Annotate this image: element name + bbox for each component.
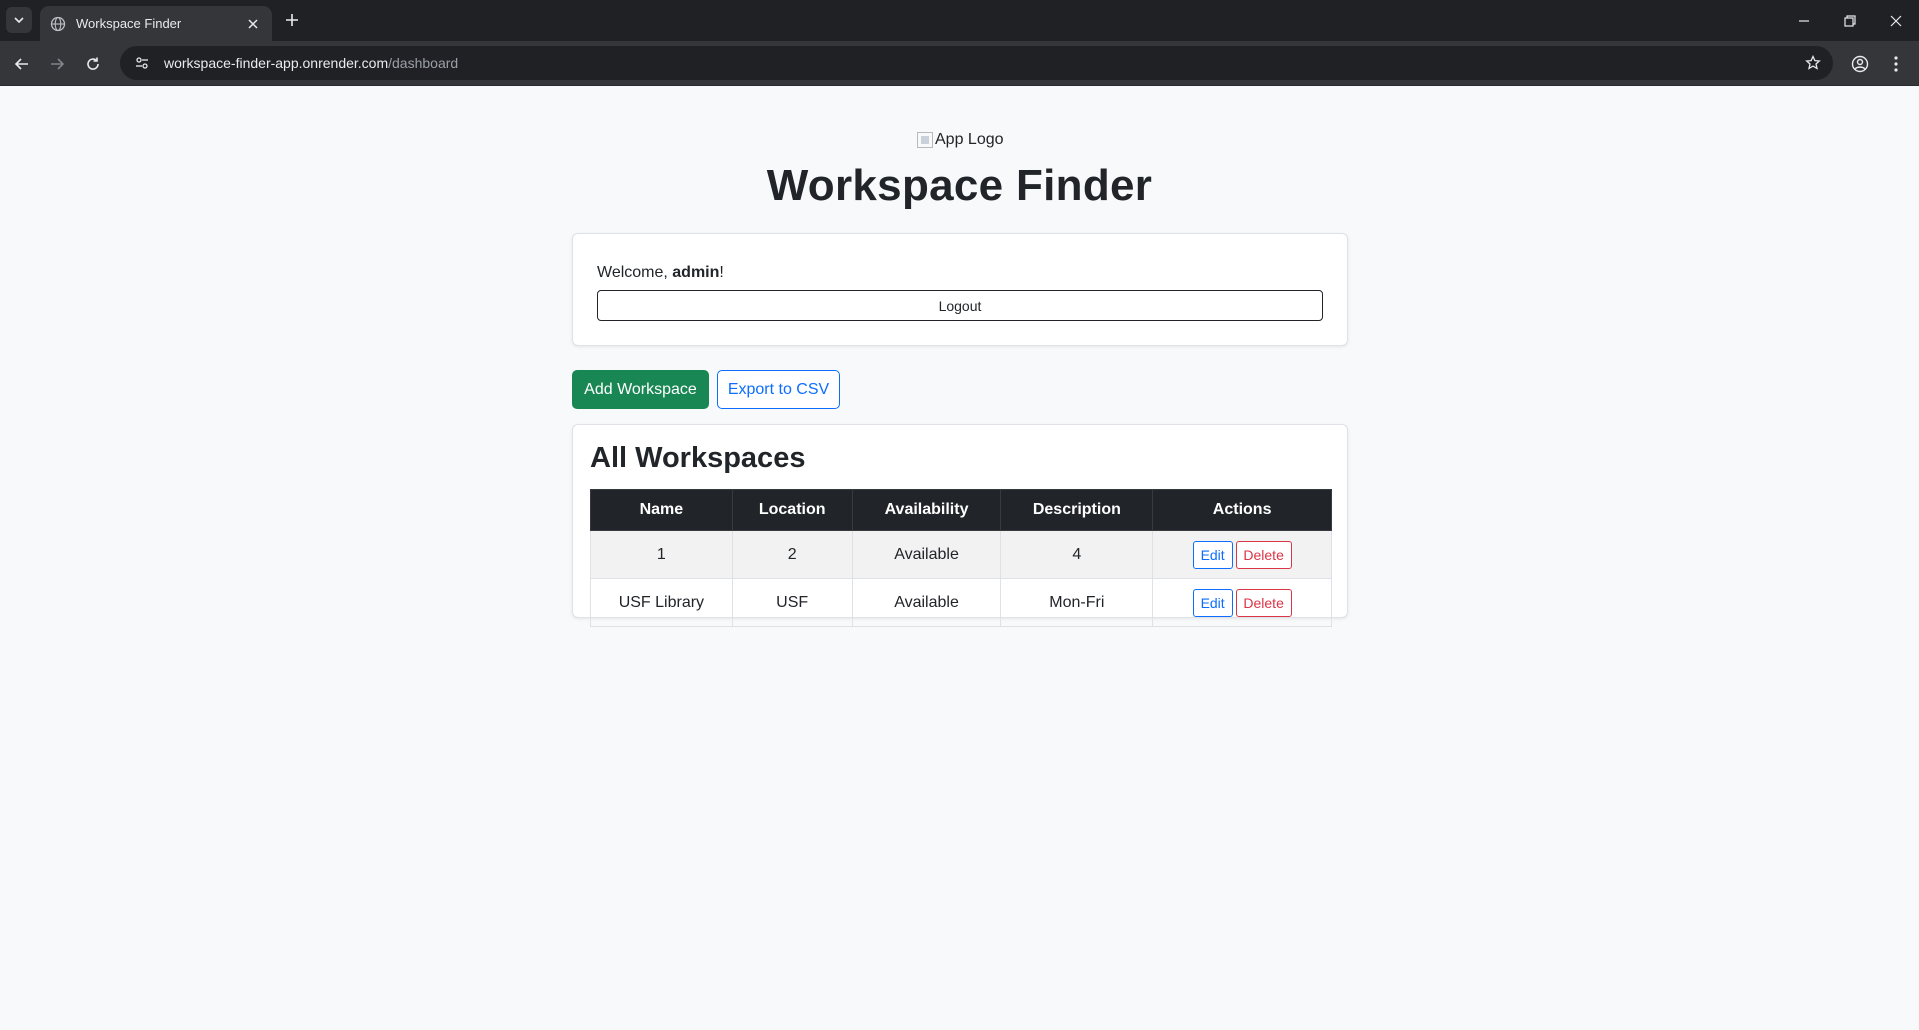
column-header-name: Name <box>590 489 733 531</box>
delete-button[interactable]: Delete <box>1235 588 1292 617</box>
cell-description: 4 <box>1000 530 1154 579</box>
cell-actions: Edit Delete <box>1152 530 1332 579</box>
cell-availability: Available <box>851 530 1002 579</box>
cell-availability: Available <box>851 578 1002 627</box>
column-header-actions: Actions <box>1152 489 1332 531</box>
export-csv-button[interactable]: Export to CSV <box>717 370 840 409</box>
table-row: 1 2 Available 4 Edit Delete <box>590 530 1332 579</box>
table-header-row: Name Location Availability Description A… <box>590 489 1332 531</box>
page-content: App Logo Workspace Finder Welcome, admin… <box>0 87 1919 1030</box>
browser-tab[interactable]: Workspace Finder <box>40 6 272 41</box>
close-icon[interactable] <box>244 15 262 33</box>
edit-button[interactable]: Edit <box>1192 588 1233 617</box>
minimize-icon <box>1799 19 1809 22</box>
workspaces-table: Name Location Availability Description A… <box>590 489 1332 627</box>
close-icon <box>1890 15 1902 26</box>
welcome-card: Welcome, admin! Logout <box>572 233 1348 346</box>
globe-icon <box>50 16 66 32</box>
cell-name: 1 <box>590 530 733 579</box>
cell-name: USF Library <box>590 578 733 627</box>
site-info-icon[interactable] <box>132 53 152 73</box>
restore-button[interactable] <box>1827 0 1873 41</box>
chevron-down-icon <box>14 17 24 24</box>
username: admin <box>672 264 720 281</box>
table-row: USF Library USF Available Mon-Fri Edit De… <box>590 578 1332 627</box>
app-logo-alt-text: App Logo <box>935 131 1004 148</box>
column-header-location: Location <box>731 489 853 531</box>
reload-icon <box>87 57 99 70</box>
window-close-button[interactable] <box>1873 0 1919 41</box>
cell-location: USF <box>731 578 853 627</box>
back-button[interactable] <box>8 50 36 78</box>
logout-button[interactable]: Logout <box>597 290 1323 321</box>
add-workspace-button[interactable]: Add Workspace <box>572 370 709 409</box>
address-bar[interactable]: workspace-finder-app.onrender.com/dashbo… <box>120 46 1833 80</box>
new-tab-button[interactable] <box>280 8 304 32</box>
bookmark-star-icon[interactable] <box>1803 53 1823 73</box>
app-logo: App Logo <box>917 130 1004 150</box>
browser-toolbar: workspace-finder-app.onrender.com/dashbo… <box>0 41 1919 86</box>
reload-button[interactable] <box>79 50 107 78</box>
browser-titlebar: Workspace Finder <box>0 0 1919 41</box>
cell-description: Mon-Fri <box>1000 578 1154 627</box>
minimize-button[interactable] <box>1781 0 1827 41</box>
cell-actions: Edit Delete <box>1152 578 1332 627</box>
arrow-left-icon <box>14 58 28 70</box>
restore-icon <box>1844 14 1856 27</box>
delete-button[interactable]: Delete <box>1235 540 1292 569</box>
cell-location: 2 <box>731 530 853 579</box>
profile-icon <box>1851 55 1869 73</box>
more-vertical-icon <box>1894 56 1898 72</box>
workspaces-card: All Workspaces Name Location Availabilit… <box>572 424 1348 627</box>
column-header-description: Description <box>1000 489 1154 531</box>
tab-search-button[interactable] <box>6 7 32 33</box>
workspaces-title: All Workspaces <box>590 442 806 474</box>
profile-button[interactable] <box>1848 52 1872 76</box>
broken-image-icon <box>917 132 933 148</box>
column-header-availability: Availability <box>851 489 1002 531</box>
welcome-message: Welcome, admin! <box>597 264 724 281</box>
tab-title: Workspace Finder <box>76 16 182 31</box>
page-title: Workspace Finder <box>766 161 1153 210</box>
plus-icon <box>286 14 298 26</box>
browser-menu-button[interactable] <box>1884 52 1908 76</box>
edit-button[interactable]: Edit <box>1192 540 1233 569</box>
forward-button[interactable] <box>43 50 71 78</box>
arrow-right-icon <box>51 58 65 70</box>
url-text: workspace-finder-app.onrender.com/dashbo… <box>164 55 459 71</box>
